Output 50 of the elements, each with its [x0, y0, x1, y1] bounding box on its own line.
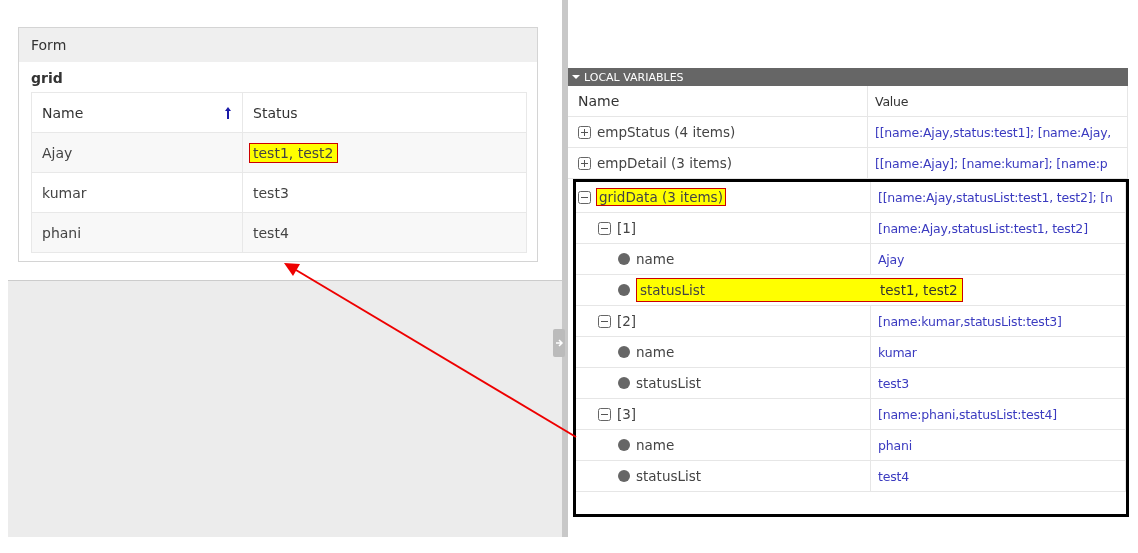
column-header[interactable]: Status [242, 92, 527, 133]
minus-box-icon[interactable] [598, 407, 611, 421]
variable-name: name [636, 437, 675, 453]
minus-box-icon[interactable] [598, 314, 611, 328]
table-cell: phani [31, 212, 243, 253]
table-cell: test4 [253, 224, 289, 241]
bullet-icon [618, 470, 630, 482]
variable-value: [[name:Ajay,status:test1]; [name:Ajay, [875, 124, 1112, 140]
variable-value: [[name:Ajay,statusList:test1, test2]; [n [878, 189, 1113, 205]
variable-value: test4 [878, 468, 909, 484]
variable-value: [name:kumar,statusList:test3] [878, 313, 1062, 329]
minus-box-icon[interactable] [578, 190, 591, 204]
variable-value: Ajay [878, 251, 905, 267]
table-cell: test1, test2 [249, 142, 338, 163]
column-header[interactable]: Name [31, 92, 243, 133]
variable-value: [name:phani,statusList:test4] [878, 406, 1057, 422]
form-title: Form [19, 28, 537, 62]
variable-name[interactable]: empStatus (4 items) [597, 124, 736, 140]
bullet-icon [618, 439, 630, 451]
variable-name: statusList [636, 375, 702, 391]
section-header[interactable]: LOCAL VARIABLES [568, 68, 1128, 86]
variable-value: [name:Ajay,statusList:test1, test2] [878, 220, 1088, 236]
variable-name[interactable]: empDetail (3 items) [597, 155, 733, 171]
table-cell: kumar [31, 172, 243, 213]
variable-value: test3 [878, 375, 909, 391]
variable-name: statusList [639, 282, 707, 298]
variable-value: kumar [878, 344, 917, 360]
table-cell: Ajay [31, 132, 243, 173]
bullet-icon [618, 253, 630, 265]
collapse-handle-icon[interactable] [553, 329, 565, 357]
grid-title: grid [30, 69, 64, 88]
plus-box-icon[interactable] [578, 125, 591, 139]
bullet-icon [618, 377, 630, 389]
variable-name[interactable]: [1] [617, 220, 637, 236]
variable-name[interactable]: [2] [617, 313, 637, 329]
column-header: Name [568, 86, 868, 116]
bullet-icon [618, 346, 630, 358]
variable-name: name [636, 251, 675, 267]
variable-value: test1, test2 [880, 282, 958, 298]
variable-name[interactable]: gridData (3 items) [597, 189, 725, 205]
variable-value: [[name:Ajay]; [name:kumar]; [name:p [875, 155, 1108, 171]
variable-name: statusList [636, 468, 702, 484]
table-cell: test3 [253, 184, 289, 201]
variable-name[interactable]: [3] [617, 406, 637, 422]
minus-box-icon[interactable] [598, 221, 611, 235]
column-header: Value [868, 86, 1128, 116]
variable-name: name [636, 344, 675, 360]
bullet-icon [618, 284, 630, 296]
plus-box-icon[interactable] [578, 156, 591, 170]
variable-value: phani [878, 437, 912, 453]
